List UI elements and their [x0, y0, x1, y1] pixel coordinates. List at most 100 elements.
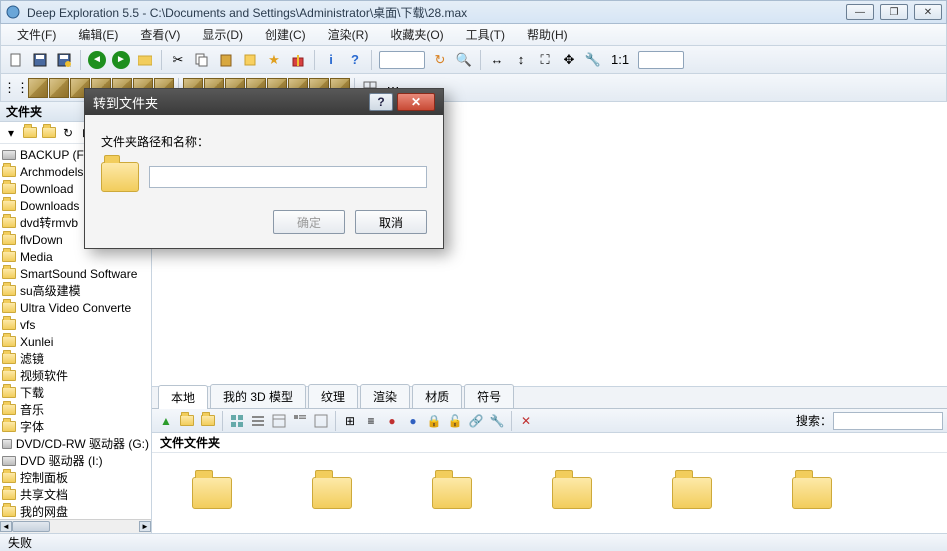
maximize-button[interactable]: ❐: [880, 4, 908, 20]
tree-item[interactable]: vfs: [0, 316, 151, 333]
tab-0[interactable]: 本地: [158, 385, 208, 409]
collapse-icon[interactable]: ▾: [2, 124, 20, 142]
tree-item[interactable]: 控制面板: [0, 469, 151, 486]
fit-screen-icon[interactable]: ⛶: [534, 49, 556, 71]
tree-item[interactable]: 字体: [0, 418, 151, 435]
search-input[interactable]: [833, 412, 943, 430]
cube-preset-2[interactable]: [49, 78, 69, 98]
ok-button[interactable]: 确定: [273, 210, 345, 234]
gift-icon[interactable]: [287, 49, 309, 71]
tree-item[interactable]: DVD 驱动器 (I:): [0, 452, 151, 469]
toggle-switch[interactable]: [379, 51, 425, 69]
dialog-close-button[interactable]: ✕: [397, 93, 435, 111]
grip-icon[interactable]: ⋮⋮: [5, 77, 27, 99]
menu-item-3[interactable]: 显示(D): [192, 24, 253, 45]
favorite-icon[interactable]: ★: [263, 49, 285, 71]
minimize-button[interactable]: —: [846, 4, 874, 20]
tab-3[interactable]: 渲染: [360, 384, 410, 408]
view-details-icon[interactable]: [269, 411, 289, 431]
view-large-icon[interactable]: [227, 411, 247, 431]
menu-item-2[interactable]: 查看(V): [130, 24, 190, 45]
sort-icon[interactable]: ≡: [361, 411, 381, 431]
tag-blue-icon[interactable]: ●: [403, 411, 423, 431]
tree-item[interactable]: Xunlei: [0, 333, 151, 350]
cancel-button[interactable]: 取消: [355, 210, 427, 234]
refresh-tree-icon[interactable]: ↻: [59, 124, 77, 142]
tab-4[interactable]: 材质: [412, 384, 462, 408]
wrench-icon[interactable]: 🔧: [582, 49, 604, 71]
tree-item[interactable]: 音乐: [0, 401, 151, 418]
tree-item[interactable]: su高级建模: [0, 282, 151, 299]
tab-2[interactable]: 纹理: [308, 384, 358, 408]
cut-icon[interactable]: ✂: [167, 49, 189, 71]
tab-1[interactable]: 我的 3D 模型: [210, 384, 306, 408]
tree-item[interactable]: 我的网盘: [0, 503, 151, 519]
copy-icon[interactable]: [191, 49, 213, 71]
folder-item[interactable]: [192, 477, 232, 509]
folder-item[interactable]: [432, 477, 472, 509]
refresh-icon[interactable]: ↻: [429, 49, 451, 71]
scroll-right-icon[interactable]: ►: [139, 521, 151, 532]
paste-icon[interactable]: [215, 49, 237, 71]
folder-item[interactable]: [672, 477, 712, 509]
folder-open-icon[interactable]: [177, 411, 197, 431]
nav-back-button[interactable]: ◄: [86, 49, 108, 71]
zoom-ratio[interactable]: 1:1: [606, 49, 634, 71]
tree-item[interactable]: SmartSound Software: [0, 265, 151, 282]
zoom-tool-icon[interactable]: 🔍: [453, 49, 475, 71]
scroll-left-icon[interactable]: ◄: [0, 521, 12, 532]
close-button[interactable]: ✕: [914, 4, 942, 20]
view-tiles-icon[interactable]: [311, 411, 331, 431]
delete-icon[interactable]: ✕: [516, 411, 536, 431]
tree-item[interactable]: 下载: [0, 384, 151, 401]
dialog-help-button[interactable]: ?: [369, 93, 393, 111]
dialog-titlebar[interactable]: 转到文件夹 ? ✕: [85, 89, 443, 115]
tree-item[interactable]: 共享文档: [0, 486, 151, 503]
menu-item-6[interactable]: 收藏夹(O): [380, 24, 453, 45]
folder-item[interactable]: [552, 477, 592, 509]
crosshair-icon[interactable]: ✥: [558, 49, 580, 71]
tag-red-icon[interactable]: ●: [382, 411, 402, 431]
addon-icon[interactable]: [239, 49, 261, 71]
folder-item[interactable]: [792, 477, 832, 509]
menu-item-8[interactable]: 帮助(H): [517, 24, 578, 45]
help-icon[interactable]: ?: [344, 49, 366, 71]
menu-item-0[interactable]: 文件(F): [7, 24, 66, 45]
view-thumbs-icon[interactable]: [290, 411, 310, 431]
lock-files-icon[interactable]: 🔒: [424, 411, 444, 431]
view-list-icon[interactable]: [248, 411, 268, 431]
menu-item-7[interactable]: 工具(T): [456, 24, 515, 45]
folder-item[interactable]: [312, 477, 352, 509]
info-icon[interactable]: i: [320, 49, 342, 71]
link-icon[interactable]: 🔗: [466, 411, 486, 431]
folder-path-input[interactable]: [149, 166, 427, 188]
menu-item-5[interactable]: 渲染(R): [318, 24, 379, 45]
folder-action-icon[interactable]: [40, 124, 58, 142]
unlock-icon[interactable]: 🔓: [445, 411, 465, 431]
tree-item[interactable]: 滤镜: [0, 350, 151, 367]
menu-item-1[interactable]: 编辑(E): [68, 24, 128, 45]
wrench-small-icon[interactable]: 🔧: [487, 411, 507, 431]
menu-item-4[interactable]: 创建(C): [255, 24, 316, 45]
toggle-switch-2[interactable]: [638, 51, 684, 69]
tree-item[interactable]: Media: [0, 248, 151, 265]
up-folder-icon[interactable]: [21, 124, 39, 142]
tree-scrollbar[interactable]: ◄ ►: [0, 519, 151, 533]
save-as-icon[interactable]: [53, 49, 75, 71]
scroll-thumb[interactable]: [12, 521, 50, 532]
nav-forward-button[interactable]: ►: [110, 49, 132, 71]
fit-height-icon[interactable]: ↕: [510, 49, 532, 71]
save-icon[interactable]: [29, 49, 51, 71]
tab-5[interactable]: 符号: [464, 384, 514, 408]
up-arrow-icon[interactable]: ▲: [156, 411, 176, 431]
fit-width-icon[interactable]: ↔: [486, 49, 508, 71]
tree-item[interactable]: 视频软件: [0, 367, 151, 384]
cube-preset-1[interactable]: [28, 78, 48, 98]
filter-icon[interactable]: ⊞: [340, 411, 360, 431]
tree-item[interactable]: DVD/CD-RW 驱动器 (G:): [0, 435, 151, 452]
open-folder-icon[interactable]: [134, 49, 156, 71]
folder-new-icon[interactable]: [198, 411, 218, 431]
new-file-icon[interactable]: [5, 49, 27, 71]
tree-item[interactable]: Ultra Video Converte: [0, 299, 151, 316]
toolbar-main: ◄ ► ✂ ★ i ? ↻ 🔍 ↔ ↕ ⛶ ✥ 🔧 1:1: [0, 46, 947, 74]
